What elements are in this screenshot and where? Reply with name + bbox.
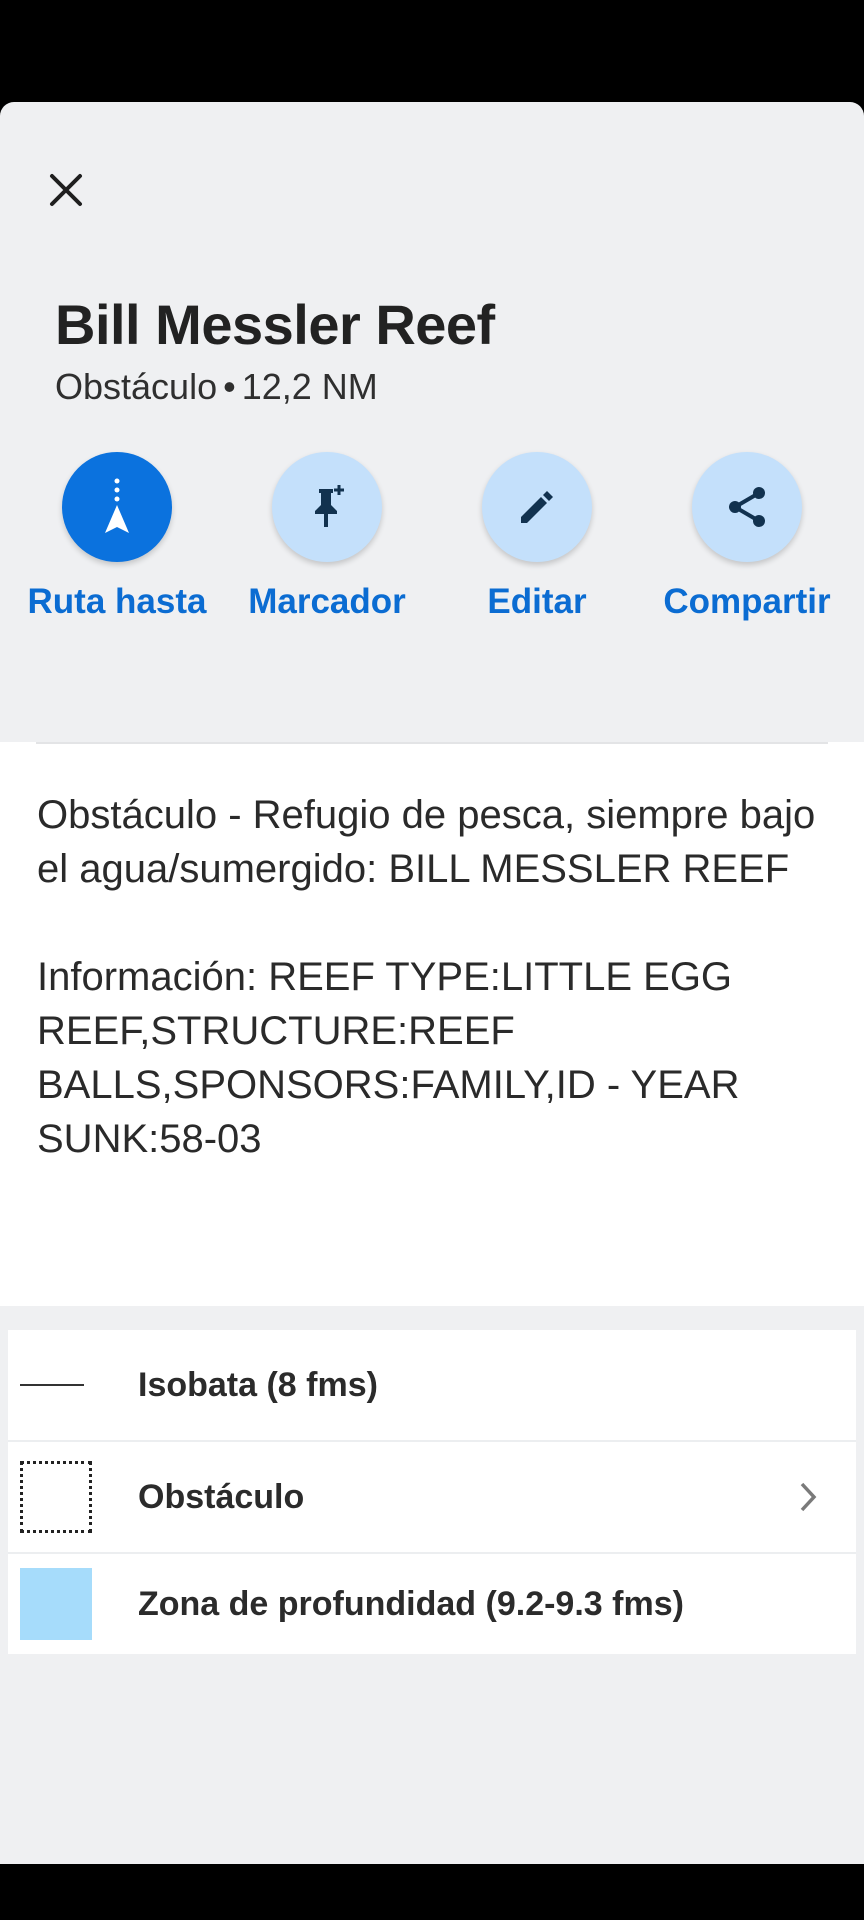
edit-button[interactable]: Editar [437,452,637,624]
pencil-icon [521,491,553,523]
marker-circle[interactable] [272,452,382,562]
legend-label: Isobata (8 fms) [138,1365,378,1404]
share-button[interactable]: Compartir [647,452,847,624]
close-button[interactable] [40,164,92,216]
close-icon [50,174,82,206]
legend-label: Zona de profundidad (9.2-9.3 fms) [138,1584,684,1623]
isobath-line-icon [20,1384,84,1386]
feature-type: Obstáculo [55,366,218,407]
edit-circle[interactable] [482,452,592,562]
legend-label: Obstáculo [138,1477,305,1516]
route-to-circle[interactable] [62,452,172,562]
share-circle[interactable] [692,452,802,562]
distance: 12,2 NM [241,366,378,407]
page-title: Bill Messler Reef [55,293,495,356]
description-text: Obstáculo - Refugio de pesca, siempre ba… [37,788,827,1166]
divider [36,742,828,744]
legend-list: Isobata (8 fms) Obstáculo Zona de profun… [8,1330,856,1654]
description-info: Información: REEF TYPE:LITTLE EGG REEF,S… [37,955,740,1161]
depth-area-swatch-icon [20,1568,92,1640]
separator: • [223,366,236,407]
share-label: Compartir [663,582,831,621]
legend-item-depth-area: Zona de profundidad (9.2-9.3 fms) [8,1554,856,1654]
legend-item-obstacle[interactable]: Obstáculo [8,1442,856,1554]
description-card: Obstáculo - Refugio de pesca, siempre ba… [0,742,864,1306]
edit-label: Editar [487,582,587,621]
marker-button[interactable]: Marcador [227,452,427,624]
legend-item-isobath: Isobata (8 fms) [8,1330,856,1442]
obstacle-dotted-square-icon [20,1461,92,1533]
detail-sheet: Bill Messler Reef Obstáculo • 12,2 NM Ruta… [0,102,864,1864]
share-icon [729,487,765,527]
description-paragraph: Obstáculo - Refugio de pesca, siempre ba… [37,793,816,891]
route-to-icon [105,478,129,533]
pin-add-icon [315,485,344,527]
route-to-label: Ruta hasta [27,582,207,621]
subtitle: Obstáculo • 12,2 NM [55,366,378,408]
marker-label: Marcador [248,582,406,621]
chevron-right-icon [800,1482,817,1512]
route-to-button[interactable]: Ruta hasta [17,452,217,624]
